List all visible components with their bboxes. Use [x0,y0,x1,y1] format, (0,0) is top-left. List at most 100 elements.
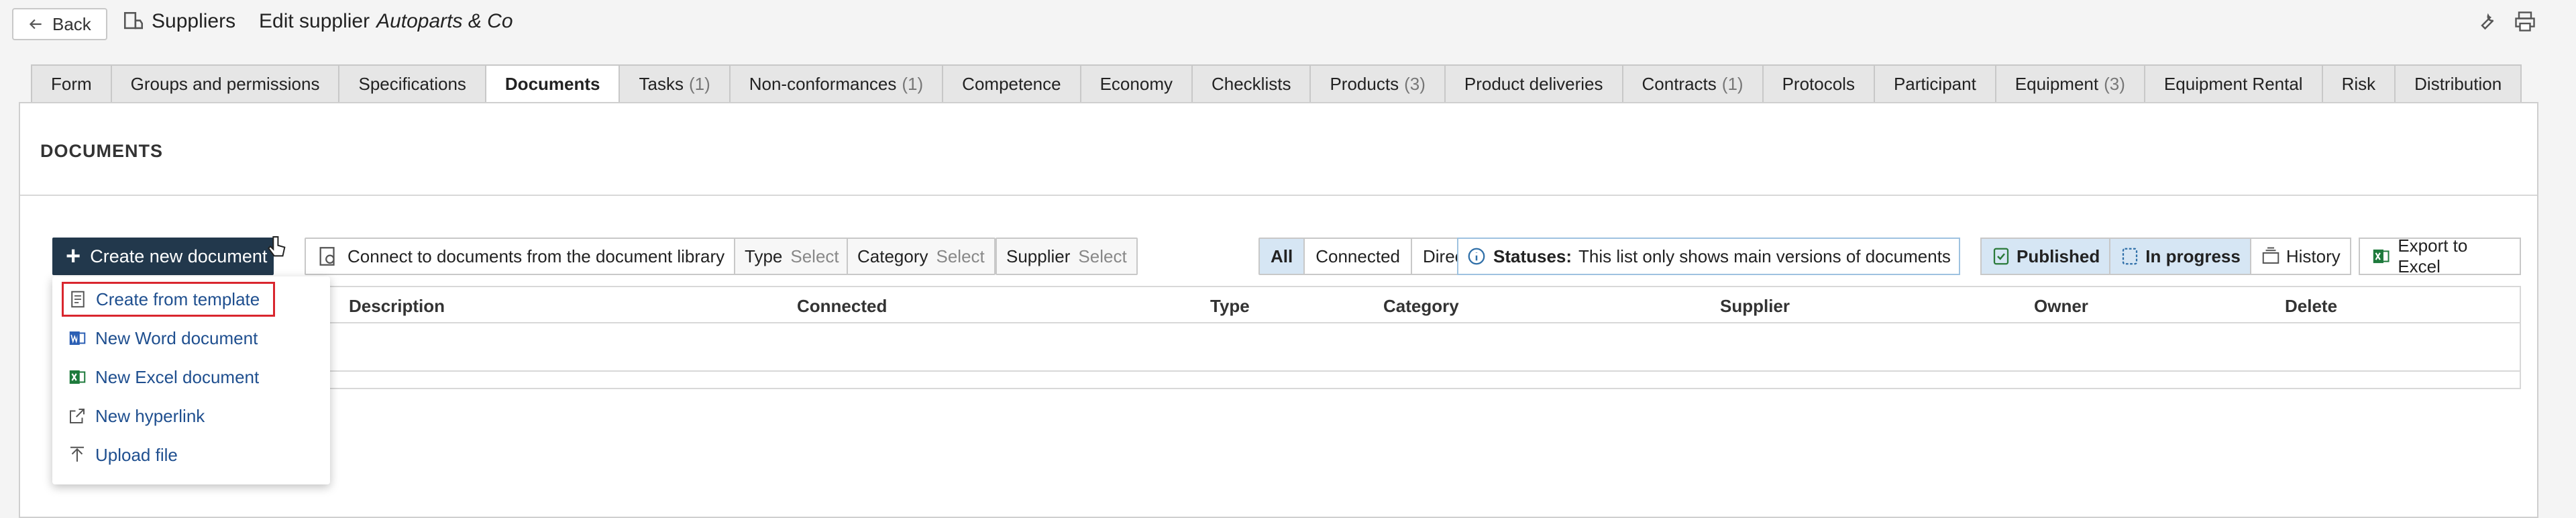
page-title: Edit supplier Autoparts & Co [259,8,513,35]
info-icon [1468,248,1485,265]
tab-equipment-rental[interactable]: Equipment Rental [2143,64,2322,103]
tab-checklists[interactable]: Checklists [1191,64,1310,103]
excel-icon [2373,249,2390,264]
column-header[interactable]: Supplier [1720,296,1790,317]
tab-economy[interactable]: Economy [1079,64,1191,103]
tab-product-deliveries[interactable]: Product deliveries [1444,64,1622,103]
column-header[interactable]: Description [349,296,445,317]
published-label: Published [2017,246,2100,266]
published-icon [1993,248,2009,265]
tab-label: Checklists [1211,73,1291,94]
tab-equipment[interactable]: Equipment (3) [1994,64,2144,103]
back-button[interactable]: Back [12,8,107,40]
word-icon [69,331,86,345]
tab-label: Groups and permissions [130,73,320,94]
statuses-text: This list only shows main versions of do… [1578,246,1951,266]
column-header[interactable]: Connected [797,296,887,317]
tab-label: Equipment [2015,73,2099,94]
tab-non-conformances[interactable]: Non-conformances (1) [729,64,943,103]
in-progress-icon [2123,248,2138,265]
filter-placeholder: Select [790,246,839,266]
filter-placeholder: Select [1078,246,1127,266]
tab-label: Competence [962,73,1061,94]
column-header[interactable]: Type [1210,296,1250,317]
published-toggle[interactable]: Published [1982,239,2111,274]
tab-count: (1) [902,73,924,94]
tab-count: (3) [1404,73,1426,94]
column-header[interactable]: Category [1383,296,1459,317]
connect-documents-label: Connect to documents from the document l… [347,246,725,266]
page-title-prefix: Edit supplier [259,10,370,32]
history-icon [2262,247,2279,264]
segment-connected[interactable]: Connected [1305,239,1412,274]
section-title: DOCUMENTS [40,141,163,161]
tab-participant[interactable]: Participant [1873,64,1995,103]
top-bar: Back Suppliers Edit supplier Autoparts &… [0,0,2576,44]
tab-form[interactable]: Form [31,64,111,103]
table-row: N [54,323,2520,372]
segment-all[interactable]: All [1260,239,1305,274]
page-title-name: Autoparts & Co [376,10,513,32]
tab-label: Economy [1099,73,1173,94]
menu-item-create-from-template[interactable]: Create from template [62,282,275,317]
connection-filter: All Connected Direct [1258,238,1481,275]
tab-tasks[interactable]: Tasks (1) [619,64,729,103]
tab-label: Distribution [2414,73,2502,94]
tab-bar: Form Groups and permissions Specificatio… [31,64,2522,103]
filter-label: Type [745,246,783,266]
tab-risk[interactable]: Risk [2321,64,2395,103]
tab-label: Specifications [358,73,466,94]
breadcrumb-label: Suppliers [152,10,236,32]
in-progress-toggle[interactable]: In progress [2110,239,2251,274]
hand-cursor-icon [267,236,286,257]
tab-documents[interactable]: Documents [484,64,619,103]
tab-contracts[interactable]: Contracts (1) [1621,64,1762,103]
menu-item-new-hyperlink[interactable]: New hyperlink [62,399,205,433]
connect-documents-button[interactable]: Connect to documents from the document l… [305,238,737,275]
filter-label: Category [857,246,928,266]
statuses-info: Statuses: This list only shows main vers… [1457,238,1960,275]
export-to-excel-button[interactable]: Export to Excel [2359,236,2521,276]
tab-distribution[interactable]: Distribution [2394,64,2522,103]
create-new-document-menu: Create from template New Word document N… [52,276,330,484]
tab-label: Products [1330,73,1399,94]
external-link-icon [70,409,85,423]
tab-products[interactable]: Products (3) [1309,64,1444,103]
category-filter[interactable]: Category Select [847,238,996,275]
column-header[interactable]: Delete [2285,296,2337,317]
excel-icon [69,370,86,384]
tab-count: (3) [2104,73,2125,94]
status-filter: Published In progress History [1980,238,2351,275]
create-new-document-button[interactable]: + Create new document [52,238,274,275]
wrench-icon[interactable] [2474,9,2498,34]
tab-label: Equipment Rental [2163,73,2303,94]
tab-label: Protocols [1782,73,1855,94]
documents-table: C Description Connected Type Category Su… [52,286,2521,389]
tab-groups-and-permissions[interactable]: Groups and permissions [110,64,339,103]
tab-competence[interactable]: Competence [942,64,1080,103]
filter-placeholder: Select [936,246,985,266]
tab-label: Product deliveries [1464,73,1603,94]
tab-protocols[interactable]: Protocols [1762,64,1874,103]
type-filter[interactable]: Type Select [734,238,850,275]
supplier-filter[interactable]: Supplier Select [996,238,1138,275]
breadcrumb-suppliers[interactable]: Suppliers [122,8,235,35]
top-icons [2474,9,2537,34]
menu-item-label: New Excel document [95,366,260,387]
link-document-icon [319,247,335,266]
menu-item-upload-file[interactable]: Upload file [62,437,178,472]
tab-label: Non-conformances [749,73,897,94]
tab-specifications[interactable]: Specifications [338,64,485,103]
history-toggle[interactable]: History [2251,239,2350,274]
menu-item-label: New Word document [95,327,258,348]
column-header[interactable]: Owner [2034,296,2088,317]
tab-label: Risk [2341,73,2376,94]
menu-item-label: Create from template [96,289,260,309]
documents-panel: DOCUMENTS + Create new document Connect … [19,102,2538,518]
statuses-label: Statuses: [1493,246,1572,266]
print-icon[interactable] [2513,9,2537,34]
menu-item-new-word-document[interactable]: New Word document [62,321,258,356]
filter-label: Supplier [1006,246,1071,266]
export-label: Export to Excel [2398,236,2468,276]
menu-item-new-excel-document[interactable]: New Excel document [62,360,259,395]
